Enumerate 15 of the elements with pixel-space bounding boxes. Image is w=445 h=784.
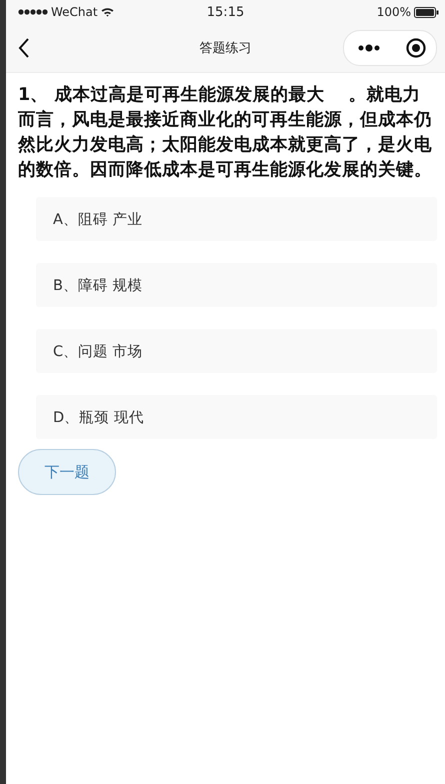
question-text: 1、 成本过高是可再生能源发展的最大 。就电力而言，风电是最接近商业化的可再生能源，但成本仍然比火力发电高；太阳能发电成本就更高了，是火电的数倍。因而降低成本是可再生能源化发展的关键。 xyxy=(18,84,433,182)
signal-icon xyxy=(18,9,48,15)
answer-option[interactable]: B、障碍 规模 xyxy=(36,263,437,307)
battery-icon xyxy=(414,6,439,18)
next-button[interactable]: 下一题 xyxy=(18,449,116,495)
back-icon[interactable] xyxy=(18,38,30,58)
page-title: 答题练习 xyxy=(200,40,252,57)
answer-option[interactable]: C、问题 市场 xyxy=(36,329,437,373)
battery-percent: 100% xyxy=(376,5,411,19)
wifi-icon xyxy=(100,7,114,17)
carrier-name: WeChat xyxy=(51,5,98,19)
more-icon[interactable] xyxy=(358,44,380,52)
answer-option[interactable]: A、阻碍 产业 xyxy=(36,197,437,241)
status-time: 15:15 xyxy=(206,4,244,20)
answer-option[interactable]: D、瓶颈 现代 xyxy=(36,395,437,439)
